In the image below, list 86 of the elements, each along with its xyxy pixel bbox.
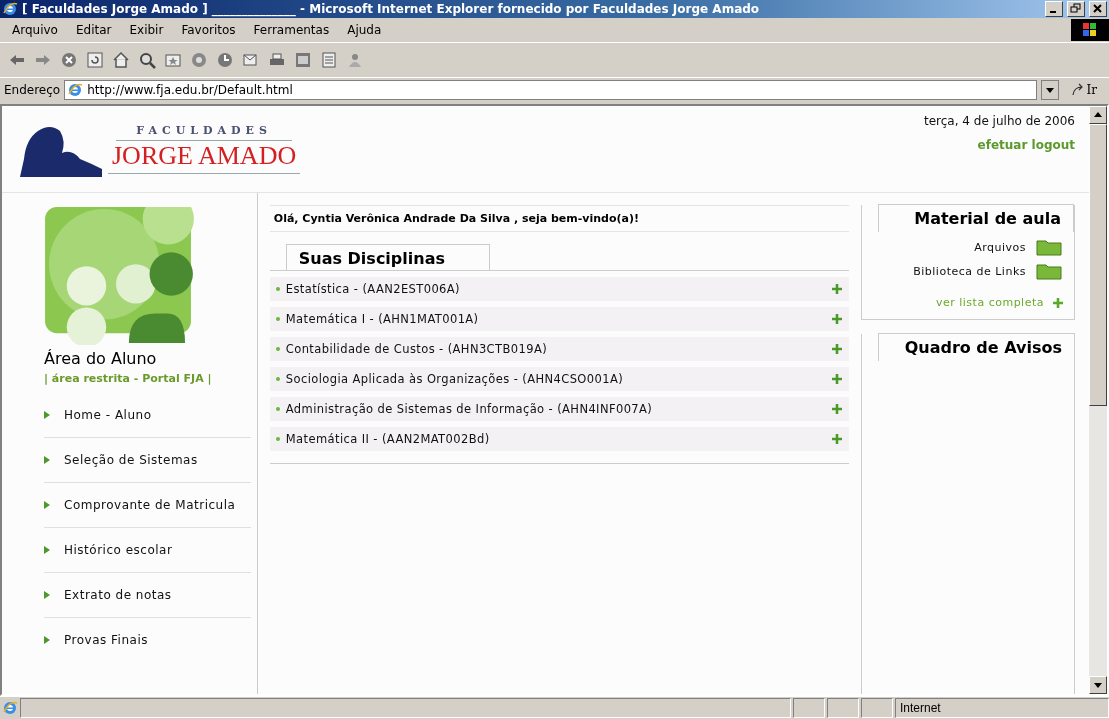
course-link[interactable]: Matemática II - (AAN2MAT002Bd) (285, 432, 826, 446)
plus-icon (831, 373, 844, 385)
folder-link[interactable]: Biblioteca de Links (913, 262, 1062, 280)
status-pane (827, 698, 859, 718)
arrow-icon (44, 501, 50, 509)
expand-button[interactable] (831, 283, 844, 295)
logo-subtitle: FACULDADES (116, 124, 292, 141)
address-label: Endereço (4, 83, 61, 97)
restore-button[interactable] (1067, 1, 1085, 17)
status-pane (861, 698, 893, 718)
bullet-icon (275, 347, 280, 351)
date-text: terça, 4 de julho de 2006 (924, 114, 1075, 128)
course-link[interactable]: Sociologia Aplicada às Organizações - (AHN4CSO001A) (285, 372, 826, 386)
status-zone: Internet (895, 698, 1109, 718)
nav-link[interactable]: Home - Aluno (44, 393, 251, 437)
course-link[interactable]: Administração de Sistemas de Informação - (AHN4INF007A) (285, 402, 826, 416)
course-link[interactable]: Contabilidade de Custos - (AHN3CTB019A) (285, 342, 826, 356)
page-icon (67, 82, 84, 98)
course-link[interactable]: Matemática I - (AHN1MAT001A) (285, 312, 826, 326)
favorites-icon[interactable] (164, 51, 182, 69)
bullet-icon (275, 407, 280, 411)
arrow-icon (44, 591, 50, 599)
address-field[interactable]: http://www.fja.edu.br/Default.html (64, 80, 1037, 100)
menu-item[interactable]: Ferramentas (245, 21, 338, 39)
bullet-icon (275, 377, 280, 381)
folder-icon (1036, 262, 1062, 280)
expand-button[interactable] (831, 403, 844, 415)
expand-button[interactable] (831, 373, 844, 385)
bullet-icon (275, 287, 280, 291)
logo-title: JORGE AMADO (108, 141, 301, 174)
arrow-icon (44, 546, 50, 554)
panel-title: Quadro de Avisos (878, 333, 1075, 361)
scroll-thumb[interactable] (1089, 124, 1107, 406)
plus-icon (831, 403, 844, 415)
section-subtitle: | área restrita - Portal FJA | (44, 372, 213, 385)
nav-link[interactable]: Comprovante de Matricula (44, 482, 251, 527)
arrow-icon (44, 636, 50, 644)
plus-icon (831, 313, 844, 325)
expand-button[interactable] (831, 343, 844, 355)
home-icon[interactable] (112, 51, 130, 69)
expand-button[interactable] (831, 433, 844, 445)
search-icon[interactable] (138, 51, 156, 69)
arrow-icon (44, 456, 50, 464)
bullet-icon (275, 317, 280, 321)
plus-icon (831, 433, 844, 445)
menu-item[interactable]: Ajuda (339, 21, 390, 39)
plus-icon (831, 283, 844, 295)
folder-icon (1036, 238, 1062, 256)
dropdown-button[interactable] (1040, 80, 1059, 100)
refresh-icon[interactable] (86, 51, 104, 69)
go-arrow-icon (1070, 83, 1085, 97)
browser-icon (2, 1, 18, 17)
mail-icon[interactable] (242, 51, 260, 69)
media-icon[interactable] (190, 51, 208, 69)
windows-logo-icon (1071, 19, 1109, 41)
menu-item[interactable]: Favoritos (173, 21, 244, 39)
arrow-icon (44, 411, 50, 419)
nav-link[interactable]: Histórico escolar (44, 527, 251, 572)
nav-link[interactable]: Extrato de notas (44, 572, 251, 617)
go-button[interactable]: Ir (1062, 83, 1105, 97)
menu-item[interactable]: Editar (67, 21, 120, 39)
scroll-down-button[interactable] (1089, 676, 1107, 694)
course-link[interactable]: Estatística - (AAN2EST006A) (285, 282, 826, 296)
scroll-up-button[interactable] (1089, 106, 1107, 124)
expand-button[interactable] (831, 313, 844, 325)
greeting-text: Olá, Cyntia Verônica Andrade Da Silva , seja bem-vindo(a)! (269, 205, 850, 232)
nav-link[interactable]: Provas Finais (44, 617, 251, 662)
plus-icon (831, 343, 844, 355)
bullet-icon (275, 437, 280, 441)
document-icon[interactable] (294, 51, 312, 69)
stop-icon[interactable] (60, 51, 78, 69)
menu-item[interactable]: Exibir (121, 21, 172, 39)
plus-icon (1052, 296, 1064, 309)
nav-link[interactable]: Seleção de Sistemas (44, 437, 251, 482)
folder-link[interactable]: Arquivos (974, 238, 1062, 256)
history-icon[interactable] (216, 51, 234, 69)
section-title: Área do Aluno (44, 349, 158, 368)
panel-title: Material de aula (878, 204, 1074, 232)
close-button[interactable] (1089, 1, 1107, 17)
menu-item[interactable]: Arquivo (4, 21, 66, 39)
window-title: [ Faculdades Jorge Amado ] ______________ - Microsoft Internet Explorer fornecido por Faculdades Jorge Amado (22, 2, 761, 16)
messenger-icon[interactable] (346, 51, 364, 69)
minimize-button[interactable] (1045, 1, 1063, 17)
status-pane (793, 698, 825, 718)
browser-icon (2, 700, 18, 716)
notes-icon[interactable] (320, 51, 338, 69)
